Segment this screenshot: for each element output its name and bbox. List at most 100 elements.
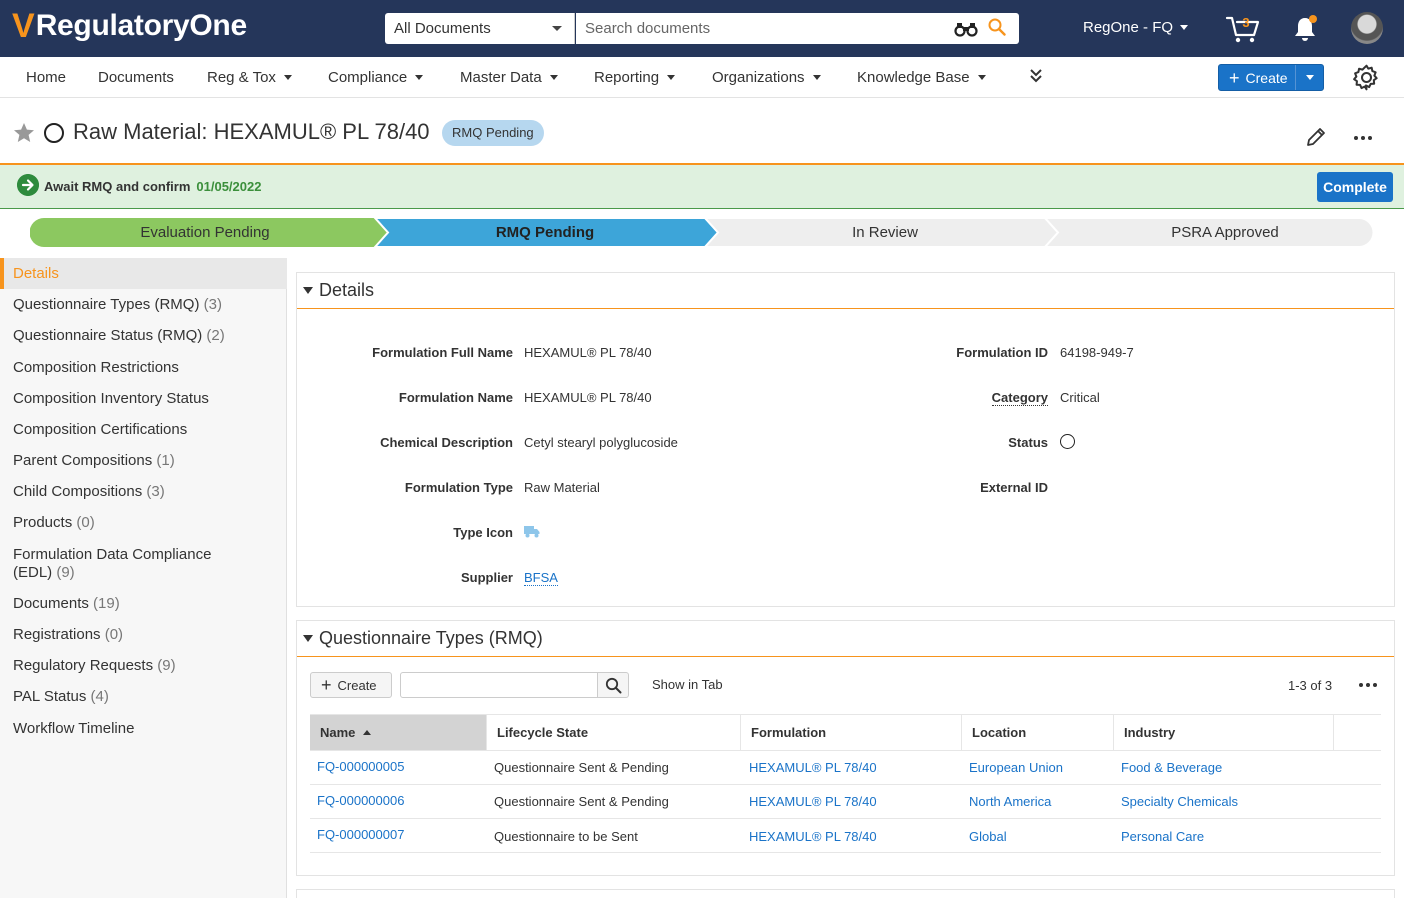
nav-documents[interactable]: Documents — [98, 69, 174, 86]
row-location-link[interactable]: European Union — [969, 760, 1063, 778]
row-divider — [310, 784, 1381, 785]
column-header-formulation[interactable]: Formulation — [741, 715, 962, 750]
sidebar-item-composition-certifications[interactable]: Composition Certifications — [13, 421, 273, 439]
column-header-lifecycle-state[interactable]: Lifecycle State — [487, 715, 741, 750]
sidebar-item-child-compositions[interactable]: Child Compositions (3) — [13, 483, 273, 501]
next-panel — [296, 889, 1395, 898]
app-logo[interactable]: V RegulatoryOne — [12, 6, 247, 46]
column-header-name[interactable]: Name — [310, 715, 487, 750]
sidebar-item-formulation-data-compliance[interactable]: Formulation Data Compliance (EDL) (9) — [13, 546, 243, 582]
sidebar-item-count: (3) — [203, 296, 222, 313]
sidebar-item-label: Child Compositions — [13, 483, 143, 500]
sidebar-item-label: Details — [13, 265, 59, 282]
pencil-icon[interactable] — [1305, 126, 1327, 148]
search-icon[interactable] — [988, 18, 1006, 36]
user-menu[interactable]: RegOne - FQ — [1083, 19, 1189, 36]
grid-search-input[interactable] — [400, 672, 598, 698]
row-divider — [310, 750, 1381, 751]
nav-organizations[interactable]: Organizations — [712, 69, 821, 86]
document-scope-value: All Documents — [394, 20, 491, 37]
sidebar-item-count: (0) — [104, 626, 124, 643]
nav-reg-tox[interactable]: Reg & Tox — [207, 69, 292, 86]
nav-reporting[interactable]: Reporting — [594, 69, 676, 86]
binoculars-icon[interactable] — [954, 20, 978, 38]
sidebar-item-questionnaire-status[interactable]: Questionnaire Status (RMQ) (2) — [13, 327, 273, 345]
column-header-location[interactable]: Location — [962, 715, 1114, 750]
favorite-star-icon[interactable] — [12, 121, 36, 145]
chevron-down-icon — [415, 75, 424, 80]
chevron-down-icon — [552, 26, 562, 31]
grid-create-button[interactable]: + Create — [310, 672, 392, 698]
notification-bell-icon[interactable] — [1292, 14, 1318, 42]
sidebar-item-pal-status[interactable]: PAL Status (4) — [13, 688, 273, 706]
more-actions-icon[interactable] — [1353, 135, 1373, 141]
field-label: Formulation ID — [956, 345, 1048, 360]
row-location-link[interactable]: Global — [969, 829, 1007, 847]
grid-more-icon[interactable] — [1358, 682, 1378, 688]
sidebar-item-count: (9) — [157, 657, 176, 674]
row-name-link[interactable]: FQ-000000007 — [317, 827, 404, 845]
sidebar-item-label: Registrations — [13, 626, 101, 643]
row-industry-link[interactable]: Personal Care — [1121, 829, 1204, 847]
show-in-tab-link[interactable]: Show in Tab — [652, 677, 723, 692]
sidebar-item-count: (9) — [56, 564, 75, 581]
avatar[interactable] — [1351, 12, 1383, 44]
sidebar-item-label: Composition Restrictions — [13, 359, 179, 376]
sidebar-item-workflow-timeline[interactable]: Workflow Timeline — [13, 720, 273, 738]
caret-down-icon — [303, 287, 313, 294]
task-description: Await RMQ and confirm 01/05/2022 — [44, 179, 261, 194]
nav-master-data[interactable]: Master Data — [460, 69, 558, 86]
questionnaire-panel-toggle[interactable]: Questionnaire Types (RMQ) — [303, 628, 543, 649]
sidebar-item-label: Composition Certifications — [13, 421, 188, 438]
row-location-link[interactable]: North America — [969, 794, 1051, 812]
sidebar-item-registrations[interactable]: Registrations (0) — [13, 626, 273, 644]
sidebar-item-composition-inventory-status[interactable]: Composition Inventory Status — [13, 390, 273, 408]
create-button[interactable]: + Create — [1218, 64, 1324, 91]
nav-home[interactable]: Home — [26, 69, 66, 86]
nav-label: Compliance — [328, 69, 408, 86]
panel-title: Questionnaire Types (RMQ) — [319, 628, 543, 648]
status-badge: RMQ Pending — [442, 120, 544, 146]
nav-knowledge-base[interactable]: Knowledge Base — [857, 69, 986, 86]
row-lifecycle-state: Questionnaire Sent & Pending — [494, 760, 669, 775]
row-formulation-link[interactable]: HEXAMUL® PL 78/40 — [749, 760, 877, 778]
row-formulation-link[interactable]: HEXAMUL® PL 78/40 — [749, 829, 877, 847]
field-label: Status — [1008, 435, 1048, 450]
nav-label: Organizations — [712, 69, 805, 86]
sidebar-item-label: Formulation Data Compliance (EDL) — [13, 546, 212, 581]
row-name-link[interactable]: FQ-000000006 — [317, 793, 404, 811]
category-label[interactable]: Category — [991, 390, 1048, 406]
row-industry-link[interactable]: Specialty Chemicals — [1121, 794, 1238, 812]
complete-button[interactable]: Complete — [1317, 172, 1393, 202]
row-name-link[interactable]: FQ-000000005 — [317, 759, 404, 777]
sidebar-item-label: PAL Status — [13, 688, 87, 705]
arrow-right-circle-icon — [17, 174, 39, 196]
document-scope-select[interactable]: All Documents — [385, 13, 575, 44]
details-panel-toggle[interactable]: Details — [303, 280, 374, 301]
logo-text: RegulatoryOne — [35, 9, 247, 42]
grid-search-button[interactable] — [597, 672, 629, 698]
sidebar-item-regulatory-requests[interactable]: Regulatory Requests (9) — [13, 657, 273, 675]
create-button-label: Create — [1245, 69, 1288, 86]
sidebar-item-products[interactable]: Products (0) — [13, 514, 273, 532]
column-header-industry[interactable]: Industry — [1114, 715, 1334, 750]
supplier-link[interactable]: BFSA — [524, 570, 558, 586]
sidebar-item-documents[interactable]: Documents (19) — [13, 595, 273, 613]
field-value: Critical — [1060, 390, 1100, 405]
sidebar-item-details[interactable]: Details — [13, 265, 273, 283]
stage-label: PSRA Approved — [1171, 224, 1279, 241]
double-chevron-down-icon[interactable] — [1028, 66, 1044, 86]
create-dropdown-toggle[interactable] — [1296, 75, 1323, 80]
row-formulation-link[interactable]: HEXAMUL® PL 78/40 — [749, 794, 877, 812]
nav-compliance[interactable]: Compliance — [328, 69, 424, 86]
sidebar-item-label: Questionnaire Status (RMQ) — [13, 327, 203, 344]
row-industry-link[interactable]: Food & Beverage — [1121, 760, 1222, 778]
sidebar-item-count: (1) — [156, 452, 175, 469]
sidebar-item-parent-compositions[interactable]: Parent Compositions (1) — [13, 452, 273, 470]
search-input[interactable] — [576, 13, 1019, 44]
sidebar-item-questionnaire-types[interactable]: Questionnaire Types (RMQ) (3) — [13, 296, 273, 314]
field-value: HEXAMUL® PL 78/40 — [524, 390, 652, 405]
gear-icon[interactable] — [1353, 64, 1380, 91]
sidebar-item-composition-restrictions[interactable]: Composition Restrictions — [13, 359, 273, 377]
column-header-label: Name — [320, 725, 356, 740]
